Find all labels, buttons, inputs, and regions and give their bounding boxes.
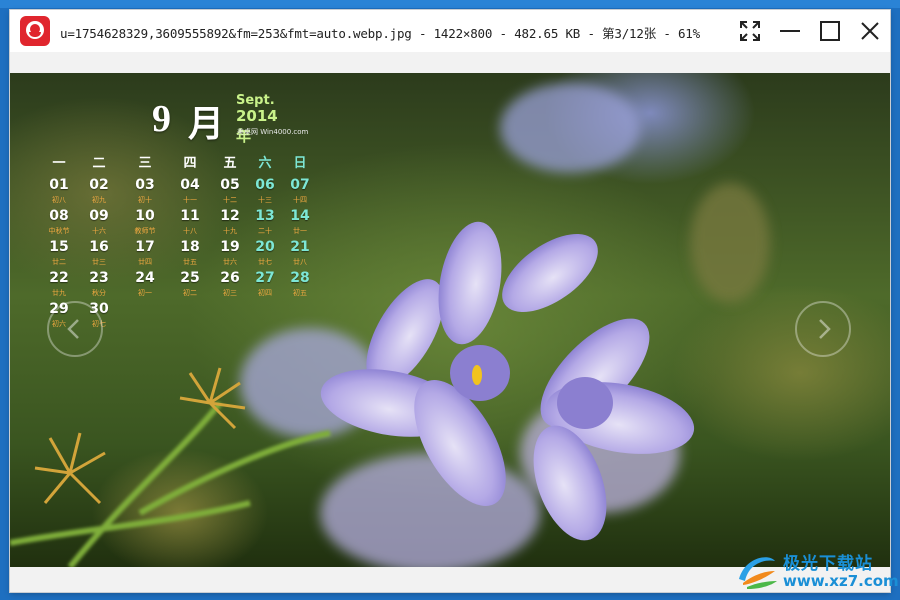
calendar-day: 10 [135, 208, 155, 224]
previous-image-button[interactable] [47, 301, 103, 357]
calendar-month-label: 月 [188, 104, 225, 145]
toolbar-strip [10, 52, 890, 73]
calendar-lunar-date: 秋分 [92, 289, 106, 297]
close-button[interactable] [855, 16, 885, 46]
calendar-weekday: 日 [293, 156, 307, 171]
calendar-weekday: 六 [258, 156, 272, 171]
photo-viewer-app-icon[interactable] [20, 16, 50, 46]
calendar-lunar-date: 初十 [138, 196, 152, 204]
maximize-button[interactable] [815, 16, 845, 46]
calendar-lunar-date: 初三 [223, 289, 237, 297]
next-image-button[interactable] [795, 301, 851, 357]
fullscreen-icon [740, 21, 760, 41]
calendar-day: 27 [255, 270, 275, 286]
calendar-lunar-date: 初八 [52, 196, 66, 204]
fullscreen-button[interactable] [735, 16, 765, 46]
minimize-button[interactable] [775, 16, 805, 46]
calendar-day: 19 [220, 239, 240, 255]
image-viewer-window: u=1754628329,3609555892&fm=253&fmt=auto.… [10, 10, 890, 592]
calendar-lunar-date: 廿四 [138, 258, 152, 266]
calendar-lunar-date: 廿二 [52, 258, 66, 266]
calendar-lunar-date: 二十 [258, 227, 272, 235]
calendar-day: 06 [255, 177, 275, 193]
calendar-lunar-date: 廿五 [183, 258, 197, 266]
maximize-icon [820, 21, 840, 41]
desktop-background [0, 0, 900, 8]
calendar-lunar-date: 十四 [293, 196, 307, 204]
calendar-day: 28 [290, 270, 310, 286]
calendar-weekday: 三 [138, 156, 152, 171]
chevron-left-icon [67, 319, 79, 339]
watermark-logo [739, 557, 777, 589]
calendar-day: 14 [290, 208, 310, 224]
calendar-day: 05 [220, 177, 240, 193]
calendar-lunar-date: 廿三 [92, 258, 106, 266]
minimize-icon [780, 30, 800, 32]
calendar-weekday: 二 [92, 156, 106, 171]
calendar-lunar-date: 十一 [183, 196, 197, 204]
watermark-name: 极光下载站 [783, 554, 873, 574]
calendar-day: 26 [220, 270, 240, 286]
calendar-month-number: 9 [152, 98, 171, 140]
calendar-lunar-date: 廿九 [52, 289, 66, 297]
calendar-lunar-date: 十八 [183, 227, 197, 235]
calendar-lunar-date: 廿七 [258, 258, 272, 266]
calendar-weekday: 五 [223, 156, 237, 171]
window-title: u=1754628329,3609555892&fm=253&fmt=auto.… [60, 26, 700, 41]
calendar-lunar-date: 廿六 [223, 258, 237, 266]
calendar-month-english: Sept. [236, 93, 275, 108]
calendar-day: 09 [89, 208, 109, 224]
calendar-day: 13 [255, 208, 275, 224]
calendar-day: 16 [89, 239, 109, 255]
calendar-lunar-date: 十六 [92, 227, 106, 235]
calendar-lunar-date: 廿八 [293, 258, 307, 266]
calendar-day: 21 [290, 239, 310, 255]
calendar-lunar-date: 初二 [183, 289, 197, 297]
calendar-lunar-date: 初一 [138, 289, 152, 297]
calendar-lunar-date: 初五 [293, 289, 307, 297]
calendar-lunar-date: 中秋节 [48, 227, 70, 235]
calendar-day: 11 [180, 208, 200, 224]
calendar-lunar-date: 廿一 [293, 227, 307, 235]
calendar-lunar-date: 十三 [258, 196, 272, 204]
calendar-site-credit: 美桌网 Win4000.com [237, 128, 309, 136]
calendar-lunar-date: 初九 [92, 196, 106, 204]
calendar-weekday: 一 [52, 156, 66, 171]
calendar-day: 18 [180, 239, 200, 255]
calendar-day: 22 [49, 270, 69, 286]
calendar-day: 15 [49, 239, 69, 255]
close-icon [861, 22, 879, 40]
calendar-day: 24 [135, 270, 155, 286]
flower-photo [10, 83, 770, 567]
calendar-day: 20 [255, 239, 275, 255]
calendar-day: 04 [180, 177, 200, 193]
image-canvas[interactable]: 9 月 Sept. 2014年 美桌网 Win4000.com 一二三四五六日0… [10, 73, 890, 567]
calendar-day: 23 [89, 270, 109, 286]
calendar-day: 08 [49, 208, 69, 224]
calendar-lunar-date: 十九 [223, 227, 237, 235]
calendar-weekday: 四 [183, 156, 197, 171]
calendar-day: 02 [89, 177, 109, 193]
calendar-day: 17 [135, 239, 155, 255]
calendar-lunar-date: 教师节 [134, 227, 156, 235]
calendar-day: 01 [49, 177, 69, 193]
calendar-day: 12 [220, 208, 240, 224]
calendar-day: 07 [290, 177, 310, 193]
calendar-day: 25 [180, 270, 200, 286]
watermark: 极光下载站 www.xz7.com [735, 545, 899, 597]
calendar-lunar-date: 初四 [258, 289, 272, 297]
watermark-url: www.xz7.com [783, 572, 899, 590]
calendar-lunar-date: 十二 [223, 196, 237, 204]
chevron-right-icon [819, 319, 831, 339]
calendar-day: 03 [135, 177, 155, 193]
title-bar[interactable]: u=1754628329,3609555892&fm=253&fmt=auto.… [10, 10, 890, 52]
